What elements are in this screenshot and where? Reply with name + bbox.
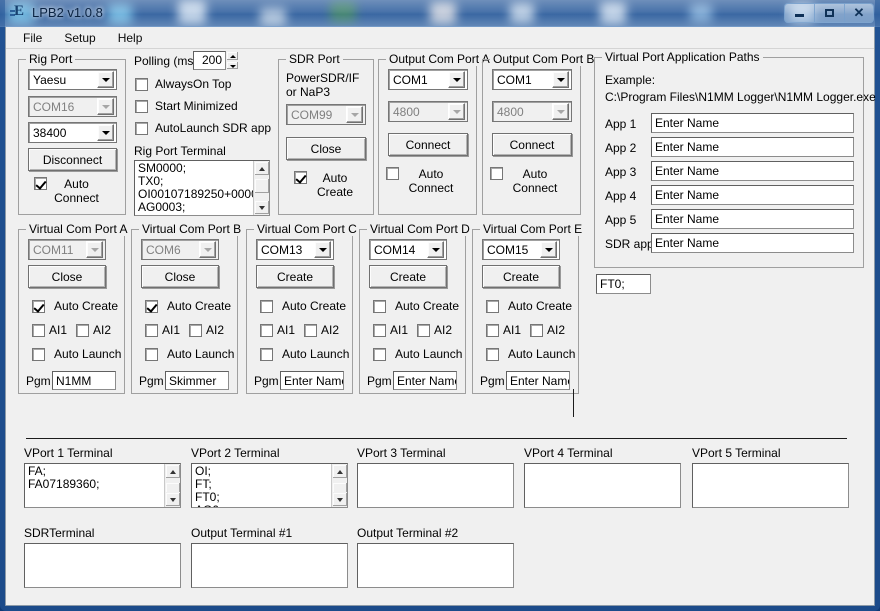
lpb2-window: E LPB2 v1.0.8 ✕ File Setup Help Rig Port… — [0, 0, 880, 611]
window-frame — [0, 0, 880, 611]
